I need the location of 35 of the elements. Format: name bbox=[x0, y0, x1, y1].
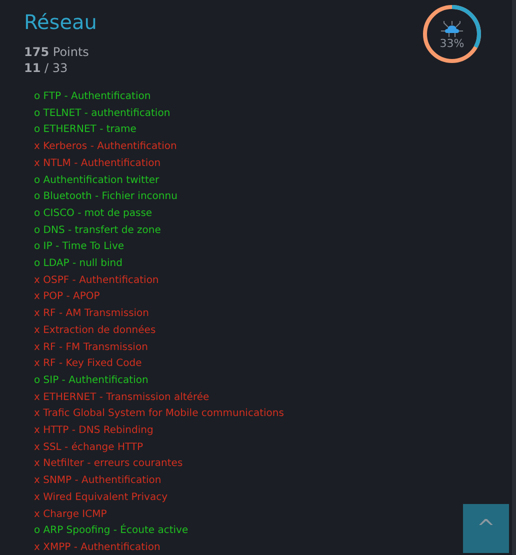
challenge-link[interactable]: o ARP Spoofing - Écoute active bbox=[34, 523, 188, 540]
challenge-link[interactable]: x Kerberos - Authentification bbox=[34, 139, 177, 156]
progress-ring bbox=[423, 5, 481, 63]
challenge-link[interactable]: o FTP - Authentification bbox=[34, 89, 151, 106]
challenge-link[interactable]: o SIP - Authentification bbox=[34, 372, 148, 390]
challenge-link[interactable]: x Trafic Global System for Mobile communications bbox=[34, 406, 284, 424]
progress-percent: 33% bbox=[440, 38, 464, 50]
challenge-link[interactable]: x ETHERNET - Transmission altérée bbox=[34, 390, 210, 406]
scroll-top-button[interactable]: ^ bbox=[463, 504, 509, 553]
progress-count: 11 / 33 bbox=[24, 61, 69, 75]
challenge-link[interactable]: x RF - FM Transmission bbox=[34, 340, 148, 356]
challenge-link[interactable]: x RF - Key Fixed Code bbox=[34, 356, 142, 373]
challenge-link[interactable]: x XMPP - Authentification bbox=[34, 540, 160, 555]
challenge-link[interactable]: o CISCO - mot de passe bbox=[34, 206, 152, 223]
challenge-link[interactable]: x HTTP - DNS Rebinding bbox=[34, 423, 154, 440]
challenge-link[interactable]: x OSPF - Authentification bbox=[34, 272, 159, 290]
challenge-link[interactable]: x Netfilter - erreurs courantes bbox=[34, 456, 183, 474]
challenge-link[interactable]: o DNS - transfert de zone bbox=[34, 222, 161, 240]
points-count: 175 Points bbox=[24, 45, 90, 59]
challenge-link[interactable]: x Wired Equivalent Privacy bbox=[34, 490, 168, 507]
page-title: Réseau bbox=[24, 10, 97, 34]
challenge-link[interactable]: x Charge ICMP bbox=[34, 506, 107, 524]
challenge-link[interactable]: x POP - APOP bbox=[34, 289, 100, 306]
challenge-link[interactable]: o IP - Time To Live bbox=[34, 239, 124, 256]
challenge-link[interactable]: x SNMP - Authentification bbox=[34, 473, 162, 490]
challenge-link[interactable]: x Extraction de données bbox=[34, 322, 156, 340]
challenge-link[interactable]: o Bluetooth - Fichier inconnu bbox=[34, 189, 178, 206]
challenge-link[interactable]: o ETHERNET - trame bbox=[34, 122, 136, 140]
challenge-link[interactable]: o TELNET - authentification bbox=[34, 106, 170, 122]
challenge-link[interactable]: x RF - AM Transmission bbox=[34, 306, 150, 323]
network-cloud-icon bbox=[439, 20, 465, 38]
challenge-link[interactable]: x SSL - échange HTTP bbox=[34, 440, 144, 456]
challenge-link[interactable]: x NTLM - Authentification bbox=[34, 156, 161, 173]
challenge-link[interactable]: o Authentification twitter bbox=[34, 172, 160, 190]
challenge-link[interactable]: o LDAP - null bind bbox=[34, 256, 122, 273]
